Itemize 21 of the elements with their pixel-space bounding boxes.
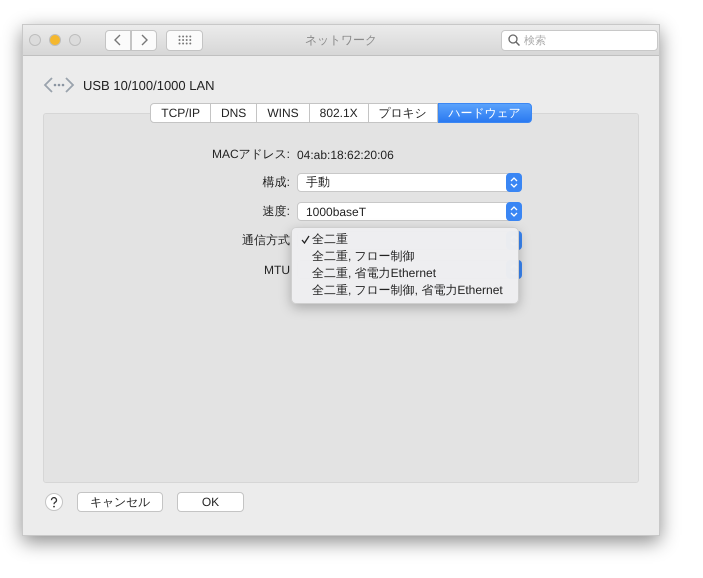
tab[interactable]: TCP/IP [150,103,211,123]
field-label: 速度: [262,203,290,220]
popup-button[interactable]: 1000baseT [297,202,522,221]
field-label: MACアドレス: [211,146,290,163]
field-label: 構成: [262,174,290,191]
cancel-button[interactable]: キャンセル [77,492,163,512]
field-label: 通信方式 [241,232,290,249]
tab[interactable]: 802.1X [310,103,369,123]
tab[interactable]: プロキシ [368,103,438,123]
tab[interactable]: DNS [210,103,258,123]
menu-item[interactable]: 全二重, 省電力Ethernet [292,265,518,282]
mac-address: 04:ab:18:62:20:06 [297,148,395,162]
ok-button[interactable]: OK [177,492,244,512]
popup-button[interactable]: 手動 [297,173,522,192]
field-label: MTU [263,262,290,276]
menu-item[interactable]: 全二重 [292,231,518,248]
menu-item[interactable]: 全二重, フロー制御, 省電力Ethernet [292,282,518,299]
window-title: ネットワーク [305,32,377,48]
interface-name: USB 10/100/1000 LAN [83,78,215,92]
tab[interactable]: WINS [257,103,310,123]
menu-item[interactable]: 全二重, フロー制御 [292,248,518,265]
